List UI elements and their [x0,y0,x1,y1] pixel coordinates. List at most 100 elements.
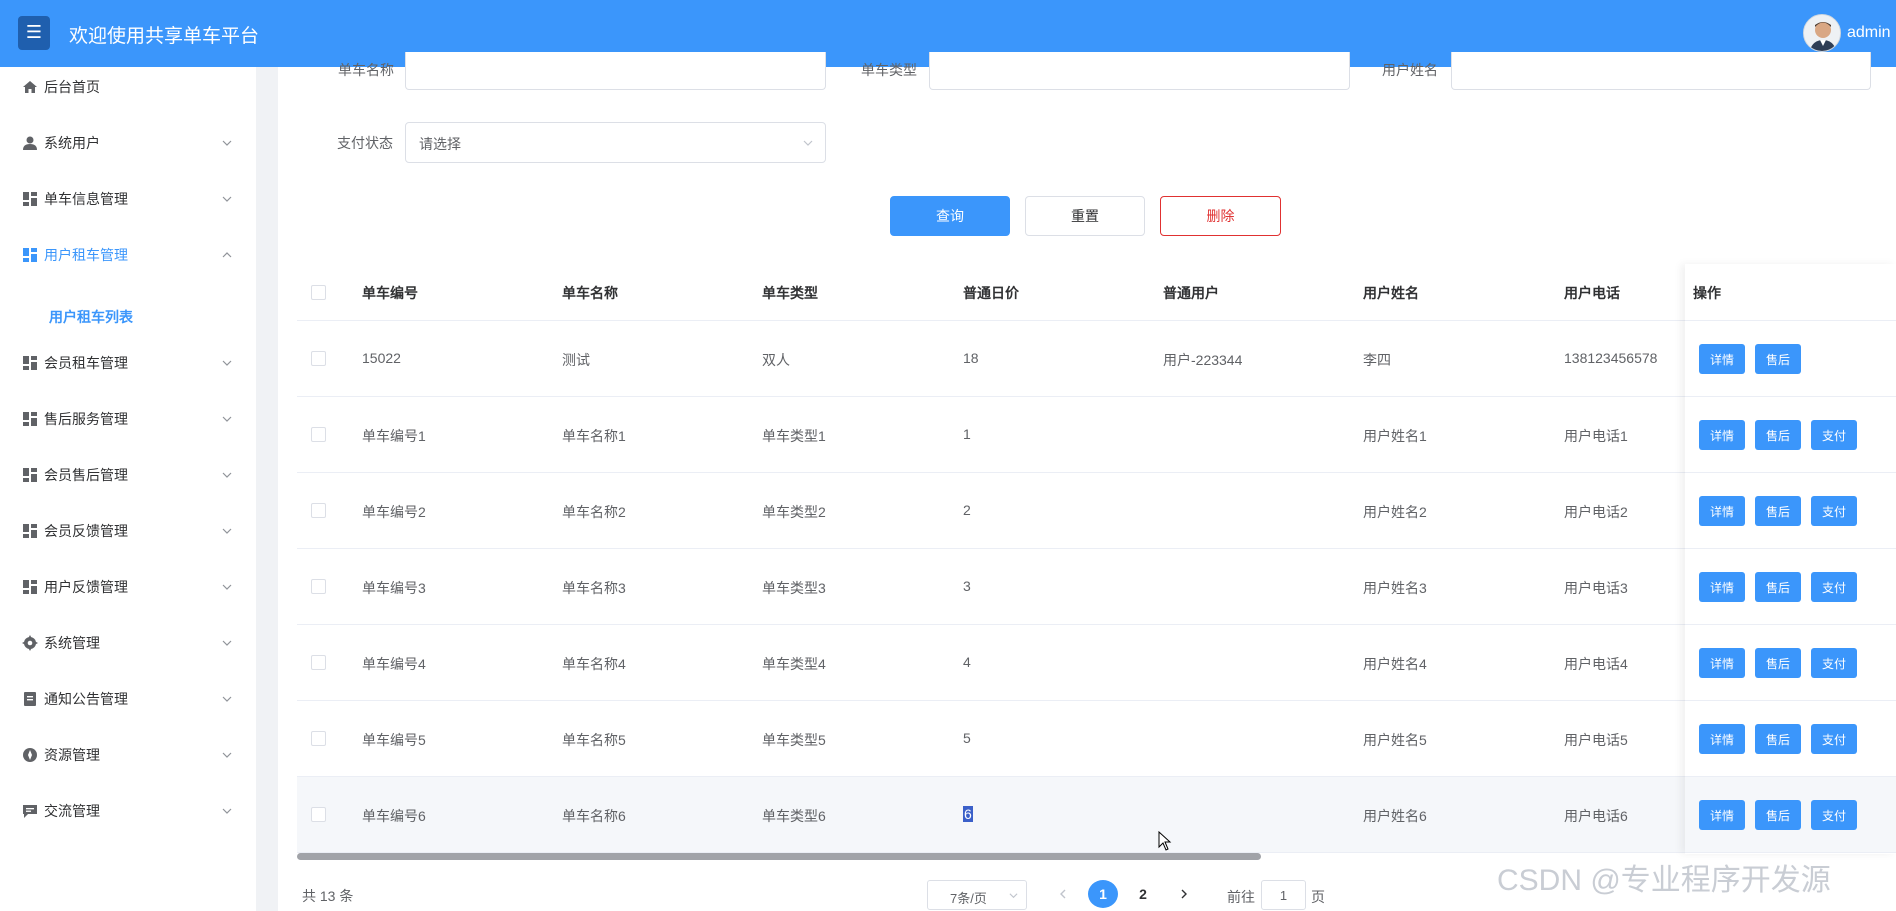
scrollbar-thumb[interactable] [297,853,1261,860]
aftersale-button[interactable]: 售后 [1755,800,1801,830]
pay-status-select[interactable]: 请选择 [405,122,826,163]
reset-button[interactable]: 重置 [1025,196,1145,236]
sidebar-item-13[interactable]: 交流管理 [0,791,256,831]
avatar[interactable] [1803,14,1841,52]
watermark: CSDN @专业程序开发源 [1497,864,1831,897]
aftersale-button[interactable]: 售后 [1755,572,1801,602]
page-1[interactable]: 1 [1088,880,1118,908]
table-row[interactable]: 单车编号5 单车名称5 单车类型5 5 用户姓名5 用户电话5 [297,701,1896,777]
table-cell: 单车名称6 [562,808,626,824]
user-icon [22,135,38,151]
goto-page-input[interactable]: 1 [1261,880,1306,910]
column-header[interactable]: 普通用户 [1163,283,1219,303]
sidebar-item-2[interactable]: 系统用户 [0,123,256,163]
delete-button[interactable]: 删除 [1160,196,1281,236]
select-all-checkbox[interactable] [311,285,326,300]
table-row[interactable]: 单车编号6 单车名称6 单车类型6 6 用户姓名6 用户电话6 [297,777,1896,853]
column-header[interactable]: 单车名称 [562,283,618,303]
goto-suffix: 页 [1311,889,1325,905]
sidebar-item-3[interactable]: 单车信息管理 [0,179,256,219]
aftersale-button[interactable]: 售后 [1755,496,1801,526]
sidebar-item-10[interactable]: 系统管理 [0,623,256,663]
page-size-select[interactable]: 7条/页 [927,880,1027,910]
pay-button[interactable]: 支付 [1811,572,1857,602]
bike-name-input[interactable] [405,52,826,90]
table-cell: 5 [963,730,971,746]
sidebar-item-8[interactable]: 会员反馈管理 [0,511,256,551]
operations-header: 操作 [1685,264,1896,321]
table-row[interactable]: 15022 测试 双人 18 用户-223344 李四 138123456578 [297,321,1896,397]
sidebar-item-9[interactable]: 用户反馈管理 [0,567,256,607]
row-checkbox[interactable] [311,807,326,822]
table-row[interactable]: 单车编号3 单车名称3 单车类型3 3 用户姓名3 用户电话3 [297,549,1896,625]
detail-button[interactable]: 详情 [1699,420,1745,450]
page-size-value: 7条/页 [950,891,987,906]
pay-button[interactable]: 支付 [1811,496,1857,526]
row-checkbox[interactable] [311,351,326,366]
pay-button[interactable]: 支付 [1811,800,1857,830]
chevron-down-icon [222,584,232,590]
aftersale-button[interactable]: 售后 [1755,420,1801,450]
column-header[interactable]: 普通日价 [963,283,1019,303]
column-header[interactable]: 用户姓名 [1363,283,1419,303]
pay-button[interactable]: 支付 [1811,420,1857,450]
chevron-down-icon [222,696,232,702]
admin-username[interactable]: admin [1847,24,1891,42]
table-cell: 单车编号3 [362,580,426,596]
aftersale-button[interactable]: 售后 [1755,648,1801,678]
pay-button[interactable]: 支付 [1811,724,1857,754]
grid-icon [22,411,38,427]
row-checkbox[interactable] [311,503,326,518]
row-checkbox[interactable] [311,655,326,670]
table-row[interactable]: 单车编号2 单车名称2 单车类型2 2 用户姓名2 用户电话2 [297,473,1896,549]
row-checkbox[interactable] [311,579,326,594]
row-checkbox[interactable] [311,427,326,442]
sidebar-item-7[interactable]: 会员售后管理 [0,455,256,495]
sidebar-item-label: 用户租车管理 [44,247,128,263]
table-cell: 单车类型1 [762,428,826,444]
data-table: 单车编号 单车名称 单车类型 普通日价 普通用户 用户姓名 用户电话 15022 测试 双人 18 用… [297,264,1896,854]
detail-button[interactable]: 详情 [1699,800,1745,830]
sidebar-item-5[interactable]: 会员租车管理 [0,343,256,383]
pay-button[interactable]: 支付 [1811,648,1857,678]
hamburger-icon[interactable]: ☰ [18,16,50,50]
table-row[interactable]: 单车编号1 单车名称1 单车类型1 1 用户姓名1 用户电话1 [297,397,1896,473]
selected-text: 6 [963,806,973,822]
table-cell: 用户电话5 [1564,732,1628,748]
chevron-right-icon[interactable] [1179,889,1189,899]
aftersale-button[interactable]: 售后 [1755,344,1801,374]
detail-button[interactable]: 详情 [1699,648,1745,678]
sidebar-subitem-rental-list[interactable]: 用户租车列表 [0,297,256,337]
row-checkbox[interactable] [311,731,326,746]
operations-cell: 详情 售后 支付 [1685,473,1896,549]
aftersale-button[interactable]: 售后 [1755,724,1801,754]
detail-button[interactable]: 详情 [1699,344,1745,374]
sidebar-subitem-label: 用户租车列表 [49,309,133,325]
detail-button[interactable]: 详情 [1699,496,1745,526]
sidebar-item-11[interactable]: 通知公告管理 [0,679,256,719]
table-cell: 用户电话2 [1564,504,1628,520]
table-cell: 用户姓名3 [1363,580,1427,596]
column-header[interactable]: 用户电话 [1564,283,1620,303]
grid-icon [22,355,38,371]
table-cell: 单车类型3 [762,580,826,596]
column-header[interactable]: 单车编号 [362,283,418,303]
table-cell: 用户电话6 [1564,808,1628,824]
user-name-input[interactable] [1451,52,1871,90]
sidebar-item-1[interactable]: 后台首页 [0,67,256,107]
chevron-left-icon[interactable] [1058,889,1068,899]
sidebar-item-6[interactable]: 售后服务管理 [0,399,256,439]
sidebar-item-12[interactable]: 资源管理 [0,735,256,775]
page-2[interactable]: 2 [1128,880,1158,908]
detail-button[interactable]: 详情 [1699,572,1745,602]
content-gutter [256,67,278,911]
sidebar-item-label: 会员租车管理 [44,355,128,371]
gear-icon [22,635,38,651]
column-header[interactable]: 单车类型 [762,283,818,303]
sidebar-item-4[interactable]: 用户租车管理 [0,235,256,275]
detail-button[interactable]: 详情 [1699,724,1745,754]
table-row[interactable]: 单车编号4 单车名称4 单车类型4 4 用户姓名4 用户电话4 [297,625,1896,701]
table-cell: 单车编号5 [362,732,426,748]
query-button[interactable]: 查询 [890,196,1010,236]
bike-type-input[interactable] [929,52,1350,90]
